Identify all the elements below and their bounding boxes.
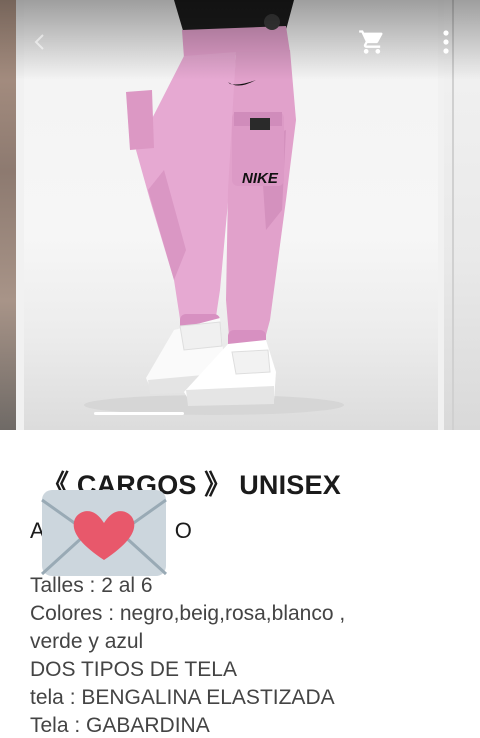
description-line: Tela : GABARDINA [30, 714, 210, 737]
love-letter-icon [40, 490, 168, 576]
gallery-page-indicator [94, 412, 184, 415]
description-line: verde y azul [30, 630, 144, 653]
more-vert-icon[interactable] [436, 28, 456, 56]
subtitle-end: O [174, 518, 192, 543]
description-line: Colores : negro,beig,rosa,blanco , [30, 602, 346, 625]
svg-text:NIKE: NIKE [242, 170, 279, 187]
product-image-gallery[interactable]: NIKE [0, 0, 480, 430]
chevron-left-icon[interactable] [28, 30, 52, 54]
toolbar-scrim [0, 0, 480, 80]
description-line: DOS TIPOS DE TELA [30, 658, 237, 681]
description-line: tela : BENGALINA ELASTIZADA [30, 686, 335, 709]
shopping-cart-icon[interactable] [358, 28, 386, 56]
product-details: 《 CARGOS 》 UNISEX AO Talles : 2 al 6 Col… [0, 430, 480, 738]
